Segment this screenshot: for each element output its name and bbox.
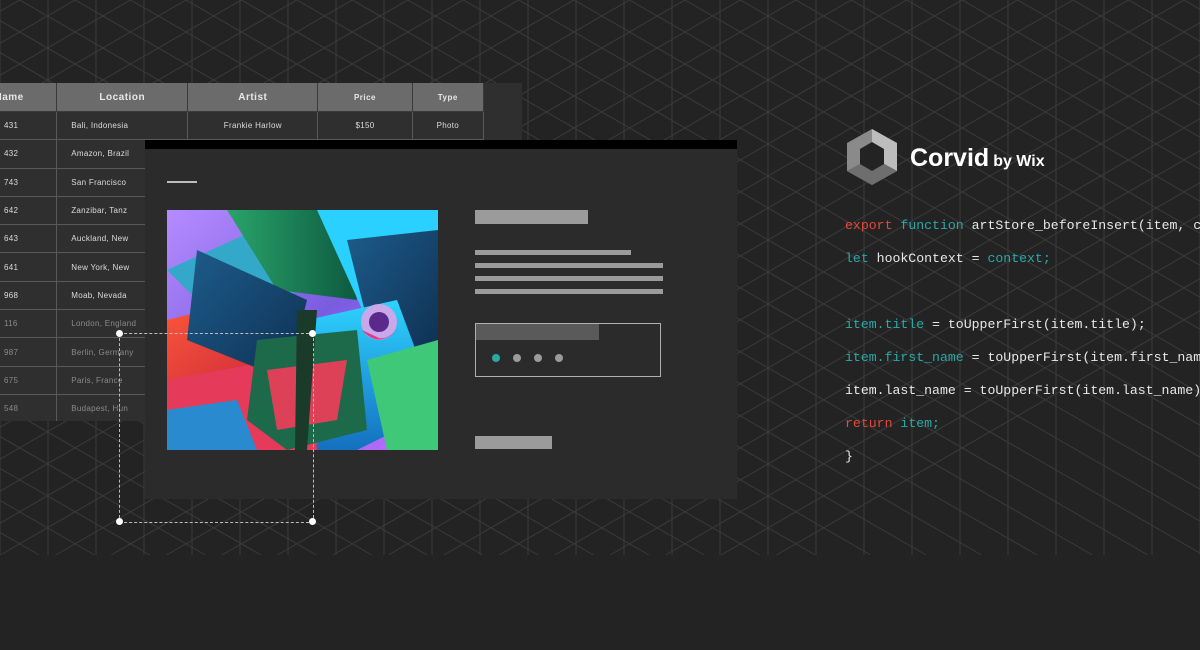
resize-handle-top-right[interactable] [309,330,316,337]
code-token: export function [845,218,972,233]
table-header-location[interactable]: Location [56,83,189,112]
brand-name: Corvid by Wix [910,144,1045,172]
code-token: item.first_name [845,350,964,365]
code-line: item.last_name = toUpperFirst(item.last_… [845,383,1200,398]
code-token: item; [900,416,940,431]
resize-handle-bottom-right[interactable] [309,518,316,525]
code-token: return [845,416,901,431]
table-cell: 431 [0,111,58,141]
table-cell: 641 [0,252,58,282]
table-header-price[interactable]: Price [317,83,413,112]
placeholder-text-line [475,250,631,255]
code-token: item.last_name = toUpperFirst(item.last_… [845,383,1200,398]
table-cell: 643 [0,224,58,254]
table-cell: 987 [0,337,58,367]
code-token: context; [987,251,1051,266]
placeholder-text-line [475,263,663,268]
table-header-name[interactable]: Name [0,83,58,112]
code-line: let hookContext = context; [845,251,1051,266]
table-cell: 675 [0,366,58,395]
placeholder-text-line [475,289,663,294]
placeholder-dash [167,181,197,183]
table-cell: 432 [0,139,58,169]
carousel-dot[interactable] [555,354,563,362]
code-line: item.title = toUpperFirst(item.title); [845,317,1146,332]
table-cell: $150 [317,111,413,141]
placeholder-button[interactable] [475,436,552,449]
window-top-bar [145,140,737,149]
code-line: } [845,449,853,464]
code-line: item.first_name = toUpperFirst(item.firs… [845,350,1200,365]
code-token: item.title [845,317,925,332]
placeholder-title-bar [475,210,588,224]
table-header-type[interactable]: Type [412,83,485,112]
slideshow-header-bar [476,324,599,340]
table-cell: 968 [0,281,58,311]
slideshow-widget[interactable] [475,323,661,377]
code-token: = toUpperFirst(item.first_name [963,350,1200,365]
code-line: export function artStore_beforeInsert(it… [845,218,1200,233]
code-token: } [845,449,853,464]
code-token: let [845,251,877,266]
code-line: return item; [845,416,940,431]
placeholder-text-line [475,276,663,281]
table-cell: Photo [412,111,485,141]
selection-rectangle[interactable] [116,330,316,525]
carousel-dot[interactable] [492,354,500,362]
table-cell: 548 [0,394,58,421]
table-cell: Bali, Indonesia [56,111,189,141]
resize-handle-top-left[interactable] [116,330,123,337]
resize-handle-bottom-left[interactable] [116,518,123,525]
table-header-artist[interactable]: Artist [187,83,319,112]
carousel-dot[interactable] [534,354,542,362]
table-row[interactable]: 431 Bali, Indonesia Frankie Harlow $150 Phot… [0,111,485,141]
table-cell: 743 [0,168,58,197]
table-cell: Frankie Harlow [187,111,319,141]
code-token: artStore_beforeInsert(item, co [971,218,1200,233]
corvid-hexagon-icon [847,129,897,185]
table-cell: 642 [0,196,58,226]
code-token: hookContext = [876,251,988,266]
carousel-dot[interactable] [513,354,521,362]
table-cell: 116 [0,309,58,339]
code-token: = toUpperFirst(item.title); [924,317,1146,332]
